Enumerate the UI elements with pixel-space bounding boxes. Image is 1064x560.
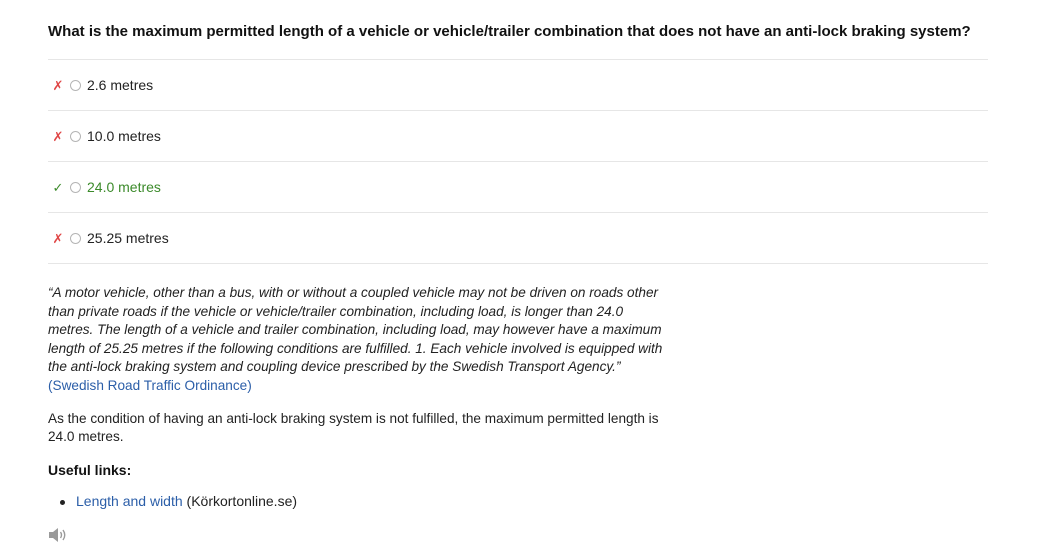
source-link[interactable]: (Swedish Road Traffic Ordinance)	[48, 378, 252, 393]
question-text: What is the maximum permitted length of …	[48, 23, 971, 40]
bullet-icon	[60, 500, 65, 505]
answer-label: 10.0 metres	[87, 128, 161, 144]
link-source: (Körkortonline.se)	[186, 493, 298, 509]
answer-option-1[interactable]: ✗ 2.6 metres	[48, 60, 988, 111]
radio-button[interactable]	[70, 79, 81, 91]
explanation-paragraph: As the condition of having an anti-lock …	[48, 410, 659, 445]
cross-icon: ✗	[52, 77, 64, 93]
list-item: Length and width (Körkortonline.se)	[60, 493, 298, 509]
radio-button[interactable]	[70, 232, 81, 244]
answer-option-3[interactable]: ✓ 24.0 metres	[48, 162, 988, 213]
answer-list: ✗ 2.6 metres ✗ 10.0 metres ✓ 24.0 metres…	[48, 59, 988, 264]
useful-links-title: Useful links:	[48, 462, 132, 478]
explanation-quote: “A motor vehicle, other than a bus, with…	[48, 284, 663, 396]
answer-option-4[interactable]: ✗ 25.25 metres	[48, 213, 988, 264]
answer-option-2[interactable]: ✗ 10.0 metres	[48, 111, 988, 162]
radio-button[interactable]	[70, 130, 81, 142]
cross-icon: ✗	[52, 230, 64, 246]
check-icon: ✓	[52, 179, 64, 195]
length-width-link[interactable]: Length and width	[76, 493, 183, 509]
cross-icon: ✗	[52, 128, 64, 144]
quote-text: “A motor vehicle, other than a bus, with…	[48, 285, 663, 375]
useful-links-list: Length and width (Körkortonline.se)	[60, 493, 298, 509]
explanation: “A motor vehicle, other than a bus, with…	[48, 284, 663, 447]
speaker-icon[interactable]	[48, 527, 68, 543]
answer-label: 2.6 metres	[87, 77, 154, 93]
answer-label: 25.25 metres	[87, 230, 169, 246]
radio-button[interactable]	[70, 181, 81, 193]
answer-label: 24.0 metres	[87, 179, 161, 195]
